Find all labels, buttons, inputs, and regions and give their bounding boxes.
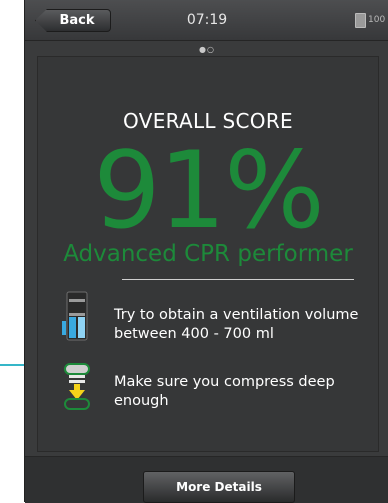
compression-depth-icon [64, 363, 90, 410]
top-bar: Back 07:19 100 [25, 0, 388, 41]
more-details-button[interactable]: More Details [143, 471, 295, 503]
status-time: 07:19 [186, 12, 228, 28]
score-panel: OVERALL SCORE 91% Advanced CPR performer… [37, 56, 379, 452]
tip-ventilation-text: Try to obtain a ventilation volume betwe… [114, 307, 359, 342]
performer-level: Advanced CPR performer [63, 241, 353, 267]
tip-compression-text: Make sure you compress deep enough [114, 374, 335, 409]
battery-level: 100 [368, 15, 386, 25]
divider [122, 279, 354, 280]
device-screen: Back 07:19 100 ●○ OVERALL SCORE 91% Adva… [24, 0, 388, 503]
page-indicator: ●○ [199, 45, 215, 54]
bottom-bar: More Details [25, 456, 388, 503]
battery-icon [355, 13, 366, 28]
score-value: 91% [93, 129, 325, 252]
ventilation-volume-icon [62, 291, 88, 341]
